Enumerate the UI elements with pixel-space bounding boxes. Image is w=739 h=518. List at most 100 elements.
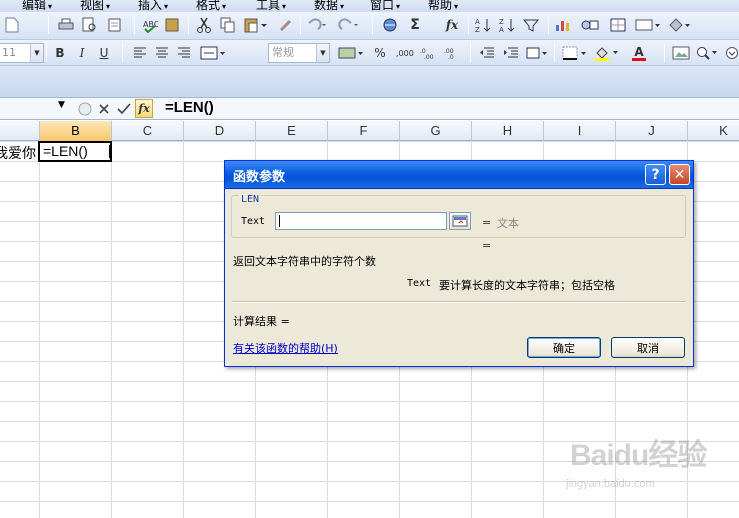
formula-input[interactable]: =LEN() xyxy=(165,99,214,116)
print-preview-icon[interactable] xyxy=(80,15,100,35)
svg-text:,000: ,000 xyxy=(396,49,414,58)
enter-entry-icon[interactable] xyxy=(115,100,133,117)
underline-button[interactable]: U xyxy=(94,43,114,63)
calculation-result-label: 计算结果 = xyxy=(233,315,290,328)
currency-icon[interactable] xyxy=(336,43,366,63)
watermark-url: jingyan.baidu.com xyxy=(566,478,655,490)
column-header-j[interactable]: J xyxy=(616,121,688,141)
autosum-button[interactable]: Σ xyxy=(404,15,426,35)
svg-text:A: A xyxy=(475,18,480,26)
align-right-icon[interactable] xyxy=(174,43,194,63)
zoom-combo[interactable] xyxy=(634,15,662,35)
column-header-d[interactable]: D xyxy=(184,121,256,141)
office-assistant-icon[interactable] xyxy=(666,15,694,35)
print-icon[interactable] xyxy=(56,15,76,35)
menu-format[interactable]: 格式 ▾ xyxy=(196,0,226,12)
menu-window[interactable]: 窗口 ▾ xyxy=(370,0,400,12)
formula-bar-grip-icon xyxy=(76,100,94,117)
merge-center-icon[interactable] xyxy=(198,43,228,63)
column-header-i[interactable]: I xyxy=(544,121,616,141)
dialog-title-bar[interactable]: 函数参数 ? ✕ xyxy=(225,161,693,189)
style-combo[interactable]: 常规 ▼ xyxy=(268,43,330,63)
function-help-link[interactable]: 有关该函数的帮助(H) xyxy=(233,340,338,356)
border-style-icon[interactable] xyxy=(560,43,590,63)
italic-button[interactable]: I xyxy=(72,43,92,63)
function-arguments-dialog: 函数参数 ? ✕ LEN Text = 文本 = 返回文本字符串中的字符个数 T… xyxy=(224,160,694,367)
spelling-icon[interactable]: ABC xyxy=(140,15,160,35)
cancel-button[interactable]: 取消 xyxy=(611,337,685,358)
undo-icon[interactable] xyxy=(304,15,330,35)
filter-icon[interactable] xyxy=(520,15,542,35)
close-icon[interactable]: ✕ xyxy=(669,164,690,185)
svg-text:.0: .0 xyxy=(448,54,454,60)
text-argument-input[interactable] xyxy=(275,212,447,230)
menu-insert[interactable]: 插入 ▾ xyxy=(138,0,168,12)
cut-icon[interactable] xyxy=(194,15,214,35)
format-painter-icon[interactable] xyxy=(276,15,296,35)
font-color-button[interactable]: A xyxy=(624,43,654,63)
menu-format-label: 格式 xyxy=(196,0,221,12)
menu-data[interactable]: 数据 ▾ xyxy=(314,0,344,12)
help-icon[interactable]: ? xyxy=(645,164,666,185)
decrease-indent-icon[interactable] xyxy=(476,43,498,63)
align-left-icon[interactable] xyxy=(130,43,150,63)
find-zoom-icon[interactable] xyxy=(694,43,722,63)
menu-insert-label: 插入 xyxy=(138,0,163,12)
column-header-k[interactable]: K xyxy=(688,121,739,141)
chart-wizard-icon[interactable] xyxy=(552,15,574,35)
collapse-dialog-icon[interactable] xyxy=(449,212,471,230)
menu-data-label: 数据 xyxy=(314,0,339,12)
column-header-c[interactable]: C xyxy=(112,121,184,141)
research-book-icon[interactable] xyxy=(162,15,182,35)
sort-ascending-icon[interactable]: AZ xyxy=(472,15,494,35)
toolbar-dock-area xyxy=(0,66,739,98)
name-box-dropdown-icon[interactable]: ▼ xyxy=(58,100,65,110)
align-center-icon[interactable] xyxy=(152,43,172,63)
percent-button[interactable]: % xyxy=(370,43,390,63)
fill-color-icon[interactable] xyxy=(592,43,622,63)
decrease-decimal-icon[interactable]: .00.0 xyxy=(442,43,464,63)
menu-view[interactable]: 视图 ▾ xyxy=(80,0,110,12)
svg-text:Z: Z xyxy=(475,26,480,33)
column-header-f[interactable]: F xyxy=(328,121,400,141)
comma-style-button[interactable]: ,000 xyxy=(394,43,416,63)
formatting-toolbar: 11 ▼ B I U 常规 ▼ % ,000 .0.00 .00.0 A xyxy=(0,40,739,66)
hyperlink-icon[interactable] xyxy=(380,15,402,35)
help-label: ? xyxy=(651,166,660,183)
insert-picture-icon[interactable] xyxy=(670,43,692,63)
menu-tools-label: 工具 xyxy=(256,0,281,12)
menu-edit[interactable]: 编辑 ▾ xyxy=(22,0,52,12)
font-name-combo[interactable]: 11 ▼ xyxy=(0,43,44,63)
column-header-h[interactable]: H xyxy=(472,121,544,141)
sort-descending-icon[interactable]: ZA xyxy=(496,15,518,35)
copy-icon[interactable] xyxy=(218,15,238,35)
column-header-g[interactable]: G xyxy=(400,121,472,141)
insert-function-button[interactable]: fx xyxy=(440,15,464,35)
increase-decimal-icon[interactable]: .0.00 xyxy=(418,43,440,63)
chevron-down-icon: ▼ xyxy=(30,44,43,62)
column-header-a[interactable] xyxy=(0,121,40,141)
bold-button[interactable]: B xyxy=(50,43,70,63)
baidu-watermark: Baidu经验 jingyan.baidu.com xyxy=(562,430,722,500)
insert-function-fx-button[interactable]: fx xyxy=(135,99,153,118)
column-header-b[interactable]: B xyxy=(40,121,112,141)
increase-indent-icon[interactable] xyxy=(500,43,522,63)
research-icon[interactable] xyxy=(104,15,128,35)
paste-icon[interactable] xyxy=(242,15,270,35)
drawing-icon[interactable] xyxy=(578,15,602,35)
cancel-label: 取消 xyxy=(637,341,659,355)
input-cursor xyxy=(279,215,280,227)
borders-icon[interactable] xyxy=(606,15,630,35)
column-header-e[interactable]: E xyxy=(256,121,328,141)
dialog-divider xyxy=(232,301,686,303)
cell-a2[interactable]: 我爱你 xyxy=(0,143,36,163)
cell-b2-active[interactable]: =LEN() xyxy=(38,141,112,162)
text-direction-icon[interactable] xyxy=(524,43,550,63)
menu-help[interactable]: 帮助 ▾ xyxy=(428,0,458,12)
cancel-entry-icon[interactable] xyxy=(95,100,113,117)
new-file-icon[interactable] xyxy=(2,15,22,35)
ok-button[interactable]: 确定 xyxy=(527,337,601,358)
toolbar-options-icon[interactable] xyxy=(724,43,739,63)
menu-tools[interactable]: 工具 ▾ xyxy=(256,0,286,12)
redo-icon[interactable] xyxy=(336,15,362,35)
